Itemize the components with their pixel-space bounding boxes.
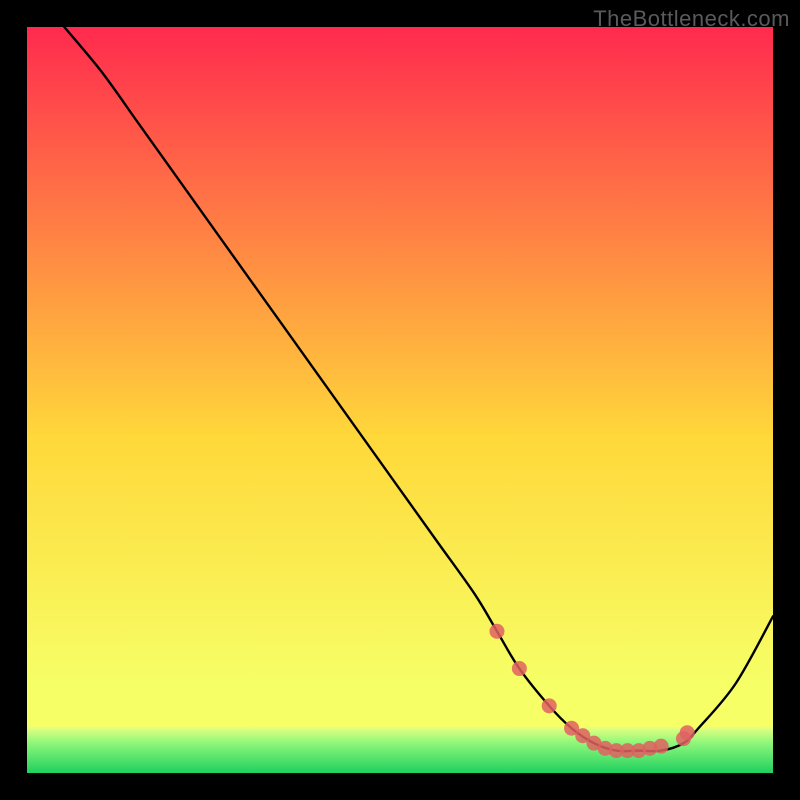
highlight-dot <box>654 739 669 754</box>
highlight-dot <box>512 661 527 676</box>
bottleneck-curve-path <box>64 27 773 751</box>
highlight-dot <box>542 698 557 713</box>
chart-frame: TheBottleneck.com <box>0 0 800 800</box>
watermark-label: TheBottleneck.com <box>593 6 790 32</box>
highlight-dot <box>489 624 504 639</box>
plot-area <box>27 27 773 773</box>
highlight-dot <box>680 725 695 740</box>
bottleneck-curve-svg <box>27 27 773 773</box>
highlight-dots-group <box>489 624 694 758</box>
